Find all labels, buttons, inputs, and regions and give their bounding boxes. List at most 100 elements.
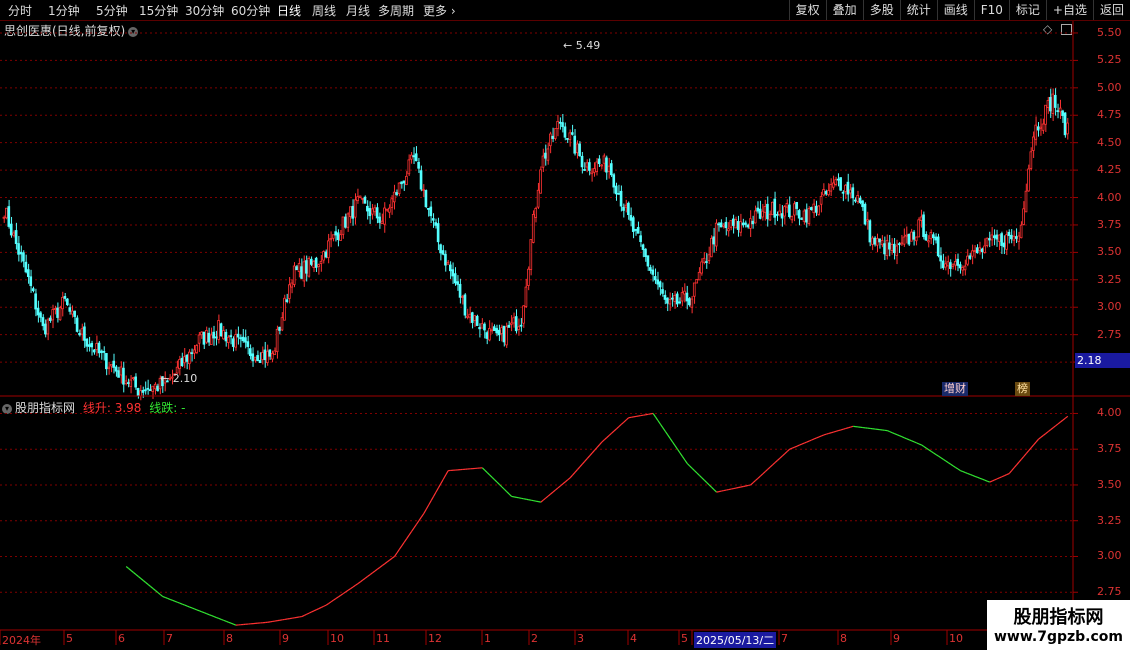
panel-toggle-icon[interactable]	[1061, 24, 1072, 35]
badge-bang[interactable]: 榜	[1015, 382, 1030, 396]
candle-body	[736, 221, 740, 230]
candle-body	[324, 251, 328, 258]
candle-body	[478, 326, 481, 330]
indicator-line-segment	[381, 563, 386, 567]
indicator-line-segment	[999, 476, 1003, 479]
tf-30min[interactable]: 30分钟	[185, 2, 224, 19]
stock-title[interactable]: 思创医惠(日线,前复权) ▾	[4, 22, 139, 39]
candle-body	[834, 179, 838, 185]
indicator-line-segment	[738, 486, 742, 489]
indicator-line-segment	[991, 479, 995, 482]
restore-rights-button[interactable]: 复权	[788, 0, 826, 20]
candle-body	[717, 223, 720, 226]
down-line-label: 线跌: -	[149, 401, 186, 415]
indicator-line-segment	[1025, 450, 1030, 454]
indicator-line-segment	[186, 605, 190, 608]
candle-body	[388, 207, 391, 213]
indicator-line-segment	[586, 455, 591, 459]
candle-body	[595, 161, 599, 172]
indicator-line-segment	[542, 497, 547, 501]
indicator-line-segment	[940, 457, 944, 460]
candle-body	[353, 199, 357, 218]
candle-body	[244, 337, 247, 343]
tf-weekly[interactable]: 周线	[312, 2, 336, 19]
tf-daily[interactable]: 日线	[277, 2, 301, 19]
stock-title-label: 思创医惠(日线,前复权)	[4, 24, 126, 38]
candle-body	[366, 205, 369, 212]
tf-60min[interactable]: 60分钟	[231, 2, 270, 19]
candle-body	[812, 203, 816, 214]
candle-body	[524, 286, 528, 307]
tf-5min[interactable]: 5分钟	[96, 2, 128, 19]
candle-body	[963, 265, 967, 271]
candle-body	[905, 234, 908, 237]
tf-more[interactable]: 更多 ›	[423, 2, 456, 19]
candle-body	[456, 281, 459, 285]
indicator-line-segment	[179, 602, 183, 605]
indicator-line-segment	[786, 448, 791, 452]
x-axis-label: 2025/05/13/二	[694, 632, 777, 648]
candle-body	[778, 210, 781, 216]
back-button[interactable]: 返回	[1092, 0, 1130, 20]
candle-body	[968, 255, 972, 259]
candle-body	[473, 315, 477, 321]
f10-button[interactable]: F10	[973, 0, 1009, 20]
indicator-line-segment	[584, 458, 588, 462]
candle-body	[119, 366, 123, 376]
chevron-right-icon: ›	[447, 4, 456, 18]
indicator-line-segment	[911, 440, 915, 443]
candle-body	[519, 324, 523, 327]
candle-body	[890, 244, 894, 251]
candle-body	[1024, 190, 1028, 213]
candle-body	[236, 333, 240, 338]
tf-multi-period[interactable]: 多周期	[378, 2, 414, 19]
indicator-line-segment	[811, 438, 815, 441]
add-watchlist-button[interactable]: +自选	[1045, 0, 1093, 20]
indicator-line-segment	[340, 593, 344, 596]
candle-body	[861, 200, 864, 208]
candle-body	[405, 175, 408, 186]
multi-stock-button[interactable]: 多股	[862, 0, 900, 20]
indicator-line-segment	[918, 443, 922, 446]
candle-body	[439, 244, 442, 254]
indicator-line-segment	[977, 476, 981, 479]
candle-body	[770, 201, 774, 216]
candle-body	[939, 255, 942, 262]
candle-body	[424, 190, 428, 208]
badge-zengcai[interactable]: 增财	[942, 382, 968, 396]
candle-body	[422, 189, 425, 191]
indicator-line-segment	[545, 495, 549, 499]
indicator-line-segment	[508, 493, 513, 497]
tf-1min[interactable]: 1分钟	[48, 2, 80, 19]
indicator-line-segment	[957, 468, 961, 472]
tf-minute-time[interactable]: 分时	[8, 2, 32, 19]
statistics-button[interactable]: 统计	[899, 0, 937, 20]
candle-body	[312, 260, 316, 268]
indicator-line-segment	[420, 513, 425, 518]
candle-body	[280, 317, 284, 331]
indicator-title[interactable]: ▾ 股朋指标网 线升: 3.98 线跌: -	[2, 399, 185, 416]
indicator-line-segment	[177, 601, 181, 604]
indicator-line-segment	[755, 477, 759, 481]
candle-body	[785, 203, 789, 208]
draw-line-button[interactable]: 画线	[936, 0, 974, 20]
low-value: 2.10	[172, 372, 198, 385]
candle-body	[627, 202, 630, 216]
candle-body	[749, 218, 752, 229]
x-axis-label: 7	[781, 632, 788, 645]
candle-body	[446, 261, 450, 265]
tf-monthly[interactable]: 月线	[346, 2, 370, 19]
candle-body	[573, 135, 577, 154]
mark-button[interactable]: 标记	[1008, 0, 1046, 20]
candle-body	[658, 281, 662, 288]
candle-body	[639, 235, 642, 243]
candle-body	[156, 385, 159, 391]
candle-body	[610, 163, 613, 176]
overlay-button[interactable]: 叠加	[825, 0, 863, 20]
tf-15min[interactable]: 15分钟	[139, 2, 178, 19]
diamond-icon[interactable]: ◇	[1043, 22, 1052, 36]
indicator-line-segment	[723, 489, 727, 492]
indicator-line-segment	[347, 588, 351, 591]
candle-body	[707, 254, 711, 261]
indicator-line-segment	[557, 485, 561, 489]
